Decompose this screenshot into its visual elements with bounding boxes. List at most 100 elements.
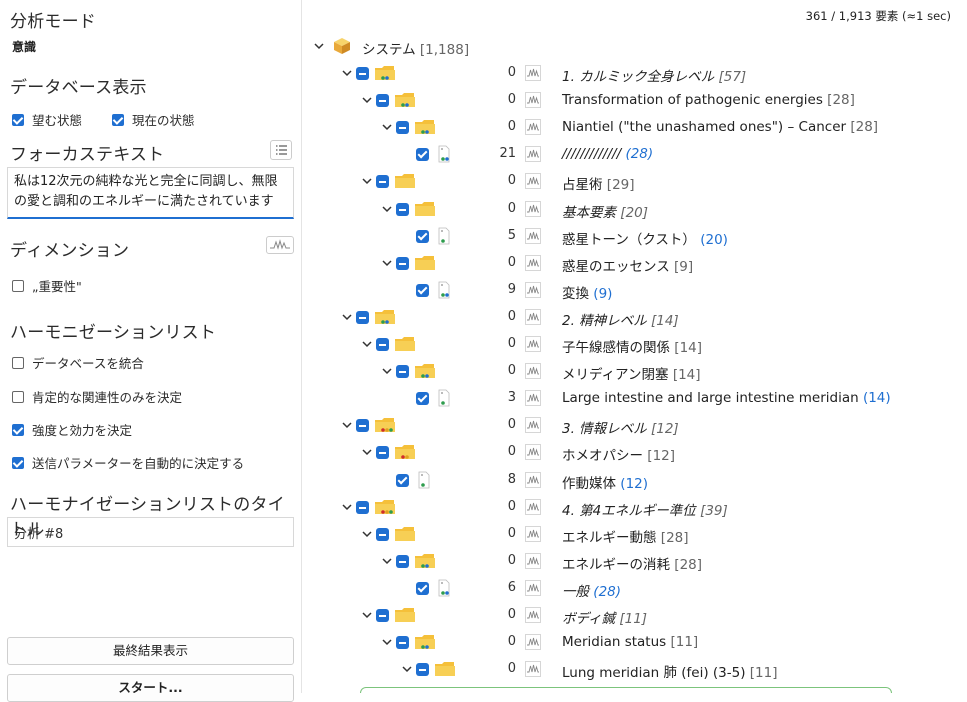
chevron-down-icon[interactable] [314,41,324,51]
tree-row[interactable]: 0 惑星のエッセンス [9] [302,250,967,277]
wave-icon[interactable] [525,363,541,379]
chevron-down-icon[interactable] [382,258,392,268]
tree-row[interactable]: 8 作動媒体 (12) [302,467,967,494]
tree-row[interactable]: 0 Transformation of pathogenic energies [… [302,87,967,114]
partial-checkbox[interactable] [356,310,369,324]
partial-checkbox[interactable] [396,202,409,216]
wave-icon[interactable] [525,390,541,407]
partial-checkbox[interactable] [396,256,409,270]
tree-row[interactable]: 6 一般 (28) [302,575,967,602]
chevron-down-icon[interactable] [382,556,392,566]
positive-only-option[interactable]: 肯定的な関連性のみを決定 [12,387,182,406]
tree-row[interactable]: 0 3. 情報レベル [12] [302,412,967,439]
tree-row[interactable]: 9 変換 (9) [302,277,967,304]
wave-icon[interactable] [525,119,541,136]
focus-text-area[interactable]: 私は12次元の純粋な光と完全に同調し、無限の愛と調和のエネルギーに満たされていま… [7,167,294,219]
merge-db-checkbox[interactable] [12,356,24,369]
wave-icon[interactable] [525,552,541,569]
desired-state-checkbox[interactable] [12,113,24,126]
tree-row[interactable]: 0 1. カルミック全身レベル [57] [302,60,967,87]
auto-params-checkbox[interactable] [12,456,24,469]
show-results-button[interactable]: 最終結果表示 [7,637,294,665]
item-checkbox[interactable] [416,148,429,162]
wave-icon[interactable] [525,227,541,244]
chevron-down-icon[interactable] [342,502,352,512]
tree-row[interactable]: 0 子午線感情の関係 [14] [302,331,967,358]
intensity-option[interactable]: 強度と効力を決定 [12,420,132,439]
start-button[interactable]: スタート... [7,674,294,702]
partial-checkbox[interactable] [376,94,389,108]
wave-icon[interactable] [525,281,541,298]
chevron-down-icon[interactable] [382,366,392,376]
wave-icon[interactable] [525,498,541,515]
chevron-down-icon[interactable] [382,122,392,132]
analysis-mode-value[interactable]: 意識 [12,38,36,55]
partial-checkbox[interactable] [396,554,409,568]
merge-db-option[interactable]: データベースを統合 [12,353,144,372]
tree-row[interactable]: 0 基本要素 [20] [302,196,967,223]
wave-icon[interactable] [525,200,541,217]
current-state-checkbox[interactable] [112,113,125,126]
chevron-down-icon[interactable] [402,664,412,674]
partial-checkbox[interactable] [376,338,389,351]
chevron-down-icon[interactable] [382,204,392,214]
tree-row[interactable]: 0 2. 精神レベル [14] [302,304,967,331]
chevron-down-icon[interactable] [362,339,372,349]
partial-checkbox[interactable] [396,636,409,650]
partial-checkbox[interactable] [376,446,389,460]
tree-row[interactable]: 0 ホメオパシー [12] [302,439,967,466]
tree-row[interactable]: 0 Niantiel ("the unashamed ones") – Cance… [302,114,967,141]
intensity-checkbox[interactable] [12,423,24,436]
wave-icon[interactable] [525,173,541,190]
chevron-down-icon[interactable] [362,529,372,539]
tree-row[interactable]: 0 占星術 [29] [302,168,967,195]
wave-icon[interactable] [525,92,541,108]
chevron-down-icon[interactable] [342,68,352,78]
desired-state-option[interactable]: 望む状態 現在の状態 [12,110,195,129]
chevron-down-icon[interactable] [362,95,372,105]
chevron-down-icon[interactable] [342,420,352,430]
partial-checkbox[interactable] [396,365,409,379]
wave-icon[interactable] [525,65,541,81]
partial-checkbox[interactable] [356,67,369,80]
wave-icon[interactable] [525,525,541,542]
partial-checkbox[interactable] [376,175,389,189]
wave-icon[interactable] [525,254,541,271]
tree-row[interactable]: 3 Large intestine and large intestine mer… [302,385,967,412]
partial-checkbox[interactable] [356,419,369,433]
partial-checkbox[interactable] [356,500,369,514]
tree-row[interactable]: 21 ///////////// (28) [302,141,967,168]
wave-icon[interactable] [525,444,541,461]
tree-row[interactable]: 0 エネルギーの消耗 [28] [302,548,967,575]
item-checkbox[interactable] [416,283,429,297]
wave-icon[interactable] [525,308,541,325]
item-checkbox[interactable] [416,392,429,406]
wave-icon[interactable] [525,146,541,163]
tree-root[interactable]: システム [1,188] [302,33,967,60]
positive-only-checkbox[interactable] [12,390,24,403]
item-checkbox[interactable] [416,229,429,243]
tree-row[interactable]: 5 惑星トーン（クスト） (20) [302,223,967,250]
wave-icon[interactable] [525,471,541,488]
tree-row[interactable]: 0 エネルギー動態 [28] [302,521,967,548]
chevron-down-icon[interactable] [362,610,372,620]
tree-row[interactable]: 0 Meridian status [11] [302,629,967,656]
wave-icon[interactable] [525,579,541,596]
partial-checkbox[interactable] [376,527,389,541]
chevron-down-icon[interactable] [362,447,372,457]
tree-row[interactable]: 0 メリディアン閉塞 [14] [302,358,967,385]
wave-icon[interactable] [266,236,294,254]
partial-checkbox[interactable] [396,121,409,135]
list-icon[interactable] [270,140,292,160]
wave-icon[interactable] [525,417,541,434]
tree-row[interactable]: 0 Lung meridian 肺 (fei) (3-5) [11] [302,656,967,683]
wave-icon[interactable] [525,634,541,650]
item-checkbox[interactable] [396,473,409,487]
list-title-input[interactable]: 分析 #8 [7,517,294,547]
partial-checkbox[interactable] [416,663,429,677]
chevron-down-icon[interactable] [362,176,372,186]
partial-checkbox[interactable] [376,609,389,622]
importance-option[interactable]: „重要性" [12,276,82,295]
item-checkbox[interactable] [416,581,429,595]
wave-icon[interactable] [525,607,541,623]
